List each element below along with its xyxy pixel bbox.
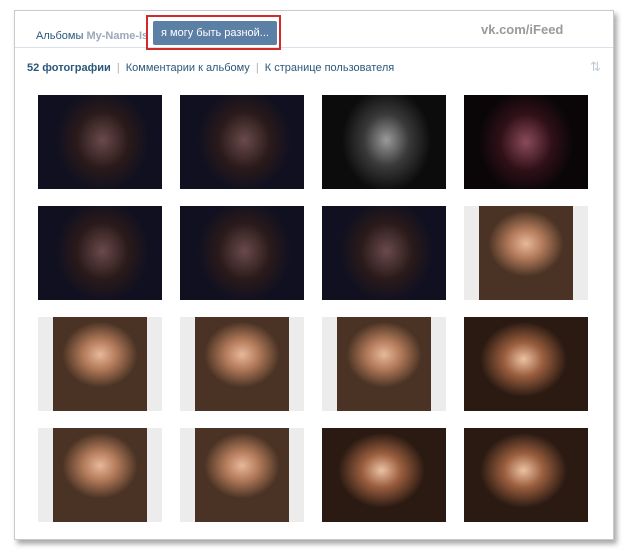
photo-thumbnail[interactable]	[322, 317, 446, 411]
album-tabs-bar: Альбомы My-Name-Is я могу быть разной...…	[15, 11, 613, 50]
photo-thumbnail[interactable]	[180, 206, 304, 300]
photo-count-link[interactable]: 52 фотографии	[27, 62, 111, 74]
photo-thumbnail[interactable]	[180, 428, 304, 522]
photo-thumbnail[interactable]	[38, 206, 162, 300]
watermark-text: vk.com/iFeed	[481, 22, 564, 37]
photo-image	[322, 95, 446, 189]
photo-image	[464, 428, 588, 522]
photo-image	[322, 206, 446, 300]
photo-image	[464, 95, 588, 189]
photo-image	[53, 428, 147, 522]
album-actions: 52 фотографии | Комментарии к альбому | …	[27, 62, 394, 74]
photo-image	[195, 317, 289, 411]
photo-thumbnail[interactable]	[464, 206, 588, 300]
user-page-link[interactable]: К странице пользователя	[265, 62, 394, 74]
photo-image	[180, 95, 304, 189]
photo-image	[180, 206, 304, 300]
photo-image	[53, 317, 147, 411]
owner-name-link[interactable]: My-Name-Is	[86, 30, 148, 42]
photo-thumbnail[interactable]	[464, 95, 588, 189]
photo-thumbnail[interactable]	[38, 95, 162, 189]
photo-thumbnail[interactable]	[38, 428, 162, 522]
photo-image	[38, 206, 162, 300]
photo-thumbnail[interactable]	[180, 95, 304, 189]
photo-thumbnail[interactable]	[464, 428, 588, 522]
photo-image	[195, 428, 289, 522]
separator: |	[116, 62, 120, 74]
photo-image	[38, 95, 162, 189]
photo-thumbnail[interactable]	[180, 317, 304, 411]
photo-thumbnail[interactable]	[38, 317, 162, 411]
separator: |	[255, 62, 259, 74]
photo-image	[322, 428, 446, 522]
photo-thumbnail[interactable]	[322, 428, 446, 522]
photo-thumbnail[interactable]	[322, 206, 446, 300]
photo-image	[464, 317, 588, 411]
photo-image	[337, 317, 431, 411]
album-comments-link[interactable]: Комментарии к альбому	[126, 62, 250, 74]
albums-link[interactable]: Альбомы	[36, 30, 83, 42]
photo-image	[479, 206, 573, 300]
breadcrumb[interactable]: Альбомы My-Name-Is	[36, 30, 148, 42]
album-page: Альбомы My-Name-Is я могу быть разной...…	[14, 10, 614, 540]
highlight-annotation-box	[146, 15, 281, 50]
photo-thumbnail[interactable]	[464, 317, 588, 411]
photo-thumbnail[interactable]	[322, 95, 446, 189]
sort-arrows-icon[interactable]: ⇅	[590, 59, 601, 75]
